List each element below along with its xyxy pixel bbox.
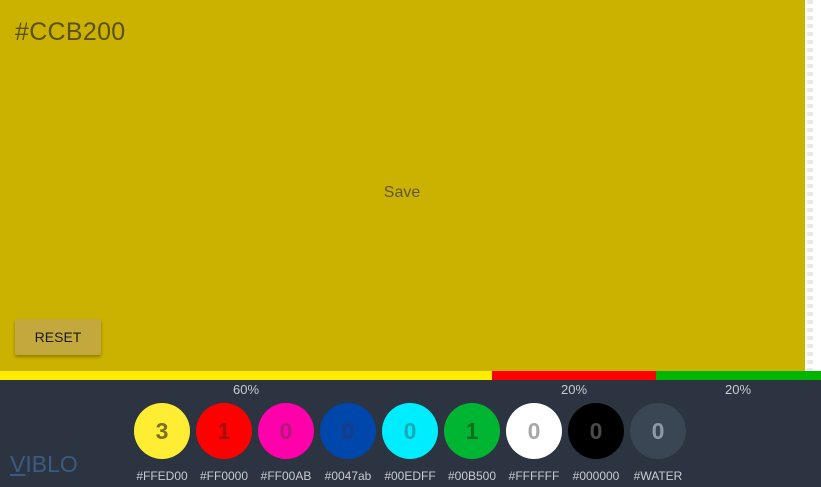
scrollbar-track[interactable] xyxy=(805,0,821,371)
swatch-label-red: #FF0000 xyxy=(199,469,249,483)
distribution-strip-yellow xyxy=(0,371,492,380)
swatch-water[interactable]: 0 xyxy=(630,403,686,459)
distribution-strip-red xyxy=(492,371,656,380)
logo-rest: IBLO xyxy=(25,451,78,477)
swatch-blue[interactable]: 0 xyxy=(320,403,376,459)
distribution-percent-green: 20% xyxy=(724,382,752,397)
swatch-label-green: #00B500 xyxy=(447,469,497,483)
distribution-percent-yellow: 60% xyxy=(232,382,260,397)
swatch-pink[interactable]: 0 xyxy=(258,403,314,459)
swatch-label-blue: #0047ab xyxy=(324,469,372,483)
swatch-green[interactable]: 1 xyxy=(444,403,500,459)
distribution-strip-green xyxy=(656,371,821,380)
reset-button[interactable]: RESET xyxy=(15,319,101,355)
app-root: #CCB200 Save RESET 60% 20% 20% 3 1 0 0 0… xyxy=(0,0,821,487)
distribution-percent-red: 20% xyxy=(560,382,588,397)
swatch-label-water: #WATER xyxy=(633,469,683,483)
swatch-black[interactable]: 0 xyxy=(568,403,624,459)
color-canvas[interactable]: #CCB200 Save RESET xyxy=(0,0,805,371)
swatch-label-white: #FFFFFF xyxy=(508,469,560,483)
viblo-logo[interactable]: VIBLO xyxy=(10,451,78,478)
swatch-yellow[interactable]: 3 xyxy=(134,403,190,459)
hex-value-title: #CCB200 xyxy=(15,18,126,46)
logo-initial: V xyxy=(10,451,26,477)
swatch-cyan[interactable]: 0 xyxy=(382,403,438,459)
save-button[interactable]: Save xyxy=(370,180,434,206)
swatch-label-black: #000000 xyxy=(572,469,620,483)
swatch-red[interactable]: 1 xyxy=(196,403,252,459)
swatch-label-cyan: #00EDFF xyxy=(384,469,436,483)
swatch-label-yellow: #FFED00 xyxy=(136,469,188,483)
swatch-label-pink: #FF00AB xyxy=(260,469,312,483)
swatch-white[interactable]: 0 xyxy=(506,403,562,459)
scrollbar-dashes xyxy=(807,0,813,371)
